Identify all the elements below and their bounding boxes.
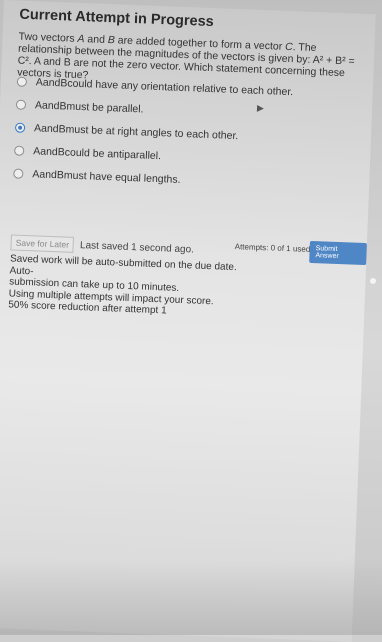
save-for-later-button[interactable]: Save for Later bbox=[10, 234, 75, 253]
radio-button[interactable] bbox=[13, 167, 24, 179]
last-saved-status: Last saved 1 second ago. bbox=[79, 239, 195, 255]
radio-button[interactable] bbox=[15, 99, 27, 110]
submit-answer-button[interactable]: Submit Answer bbox=[309, 240, 367, 266]
answer-options: A and B could have any orientation relat… bbox=[13, 70, 357, 198]
question-panel: Current Attempt in Progress Two vectors … bbox=[0, 0, 376, 642]
mouse-cursor-icon: ▶ bbox=[256, 102, 265, 114]
bottom-shadow bbox=[0, 560, 382, 635]
submission-info: Saved work will be auto-submitted on the… bbox=[8, 253, 237, 317]
light-glare bbox=[370, 278, 376, 284]
radio-button[interactable] bbox=[16, 76, 28, 87]
photo-background: Current Attempt in Progress Two vectors … bbox=[0, 0, 382, 642]
attempts-counter: Attempts: 0 of 1 used bbox=[234, 242, 311, 254]
radio-button-selected[interactable] bbox=[14, 122, 26, 133]
page-title: Current Attempt in Progress bbox=[19, 6, 215, 31]
radio-button[interactable] bbox=[14, 145, 25, 156]
